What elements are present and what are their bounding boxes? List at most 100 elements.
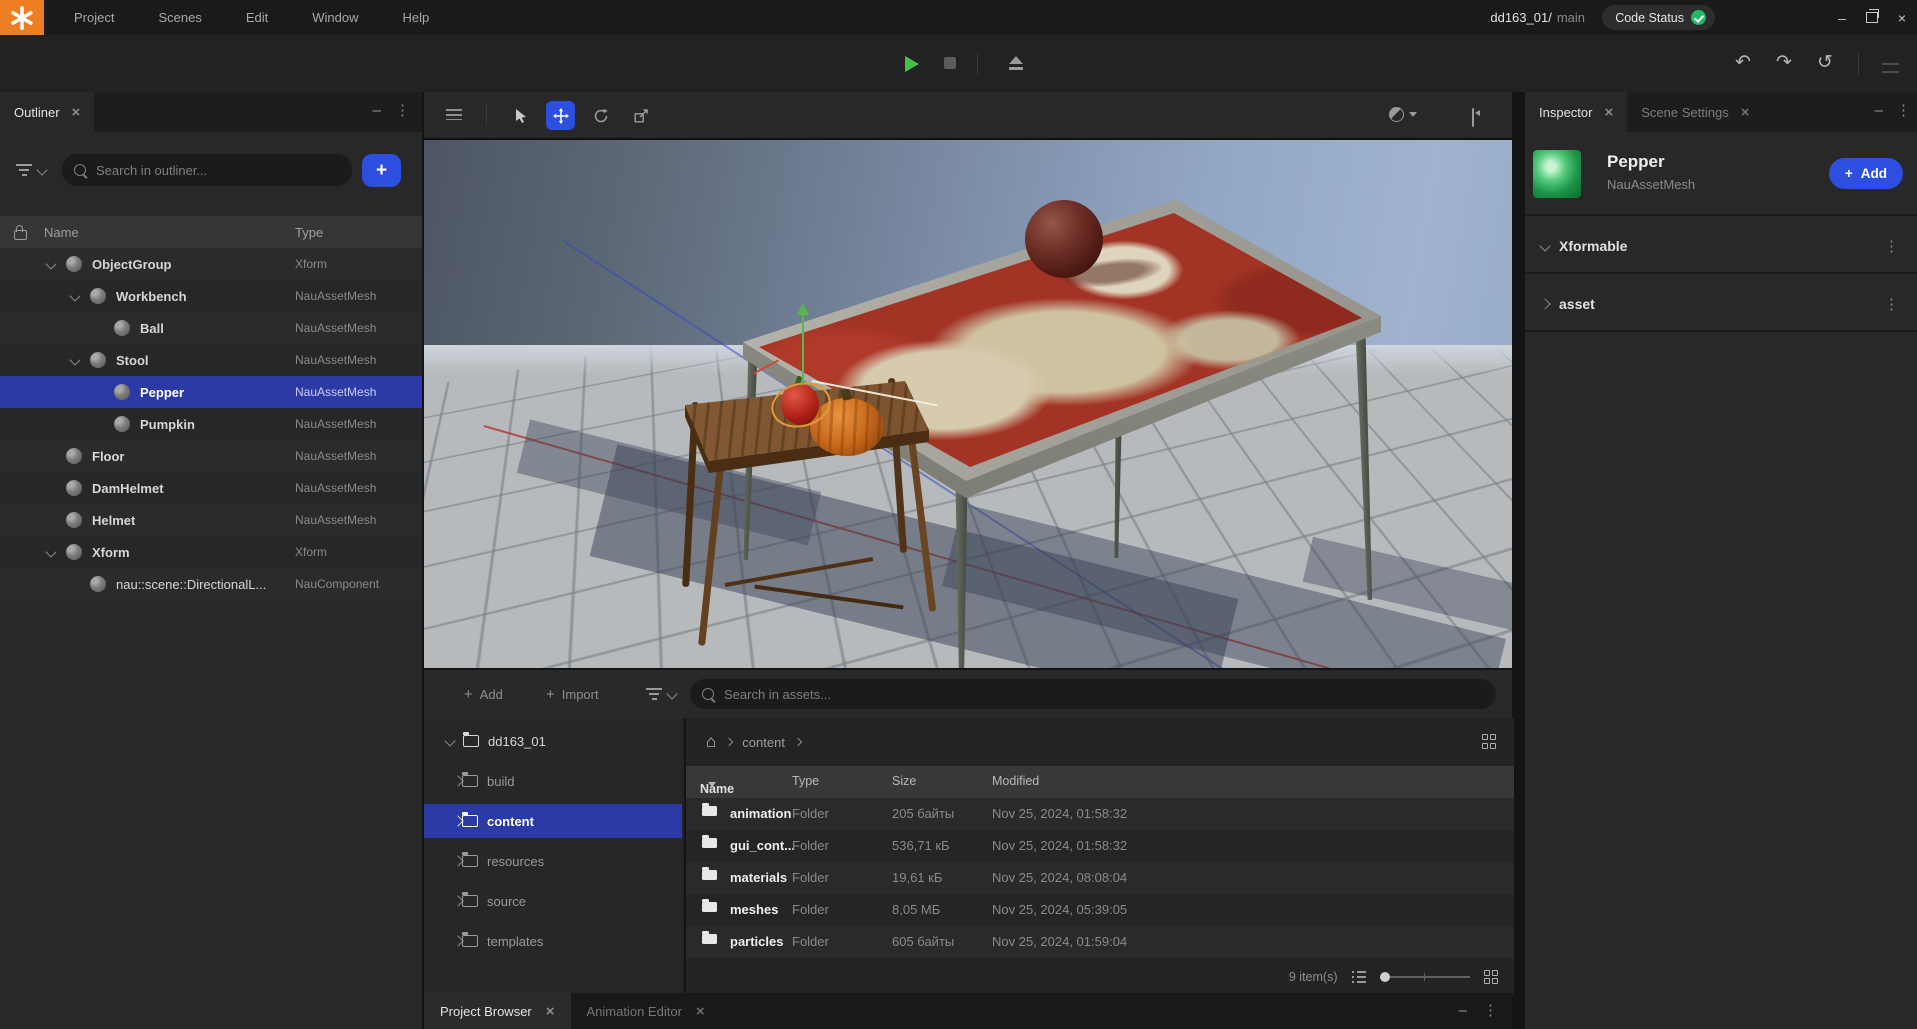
- tree-row-ball[interactable]: Ball NauAssetMesh: [0, 312, 422, 344]
- tree-row-workbench[interactable]: Workbench NauAssetMesh: [0, 280, 422, 312]
- tree-item-root[interactable]: dd163_01: [424, 724, 682, 758]
- view-mode-button[interactable]: [1389, 107, 1417, 122]
- grid-view-icon[interactable]: [1484, 970, 1499, 985]
- table-row-gui-content[interactable]: gui_cont... Folder 536,71 кБ Nov 25, 202…: [686, 830, 1514, 862]
- menu-edit[interactable]: Edit: [246, 10, 268, 25]
- list-view-icon[interactable]: [1352, 971, 1366, 983]
- tab-animation-editor[interactable]: Animation Editor ×: [571, 993, 721, 1029]
- tree-row-pumpkin[interactable]: Pumpkin NauAssetMesh: [0, 408, 422, 440]
- select-tool-button[interactable]: [506, 101, 535, 130]
- section-xformable[interactable]: Xformable ⋮: [1525, 222, 1917, 270]
- chevron-down-icon[interactable]: [45, 258, 56, 269]
- slider-knob[interactable]: [1380, 972, 1390, 982]
- chevron-down-icon[interactable]: [69, 290, 80, 301]
- settings-sliders-icon[interactable]: [1882, 62, 1899, 75]
- stop-button[interactable]: [944, 57, 956, 69]
- history-button[interactable]: ↺: [1812, 50, 1838, 76]
- close-icon[interactable]: ×: [696, 1003, 705, 1020]
- camera-settings-button[interactable]: [1472, 109, 1474, 127]
- move-tool-button[interactable]: [546, 101, 575, 130]
- close-button[interactable]: ×: [1887, 0, 1917, 35]
- menu-bar: Project Scenes Edit Window Help dd163_01…: [0, 0, 1917, 35]
- add-asset-button[interactable]: + Add: [464, 670, 503, 718]
- table-row-particles[interactable]: particles Folder 605 байты Nov 25, 2024,…: [686, 926, 1514, 958]
- redo-button[interactable]: ↷: [1771, 50, 1797, 76]
- outliner-search-input[interactable]: [94, 162, 352, 179]
- breadcrumb-folder[interactable]: content: [742, 735, 785, 750]
- tree-row-damhelmet[interactable]: DamHelmet NauAssetMesh: [0, 472, 422, 504]
- close-icon[interactable]: ×: [1741, 104, 1750, 121]
- tree-item-resources[interactable]: resources: [424, 844, 682, 878]
- gizmo-y-axis[interactable]: [802, 315, 804, 385]
- section-asset[interactable]: asset ⋮: [1525, 280, 1917, 328]
- thumbnail-size-slider[interactable]: [1380, 971, 1470, 983]
- grid-view-toggle[interactable]: [1482, 734, 1497, 749]
- close-icon[interactable]: ×: [546, 1003, 555, 1020]
- table-row-animation[interactable]: animation Folder 205 байты Nov 25, 2024,…: [686, 798, 1514, 830]
- chevron-down-icon[interactable]: [1539, 240, 1550, 251]
- divider: [1525, 272, 1917, 274]
- header-type[interactable]: Type: [792, 774, 819, 788]
- tree-row-directionallight[interactable]: nau::scene::DirectionalL... NauComponent: [0, 568, 422, 600]
- tree-item-content-selected[interactable]: content: [424, 804, 682, 838]
- tab-project-browser[interactable]: Project Browser ×: [424, 993, 571, 1029]
- chevron-down-icon[interactable]: [45, 546, 56, 557]
- close-icon[interactable]: ×: [72, 104, 81, 121]
- add-component-button[interactable]: + Add: [1829, 158, 1903, 189]
- panel-menu-button[interactable]: ⋮: [395, 101, 410, 119]
- tree-row-helmet[interactable]: Helmet NauAssetMesh: [0, 504, 422, 536]
- rotate-tool-button[interactable]: [586, 101, 615, 130]
- tree-item-source[interactable]: source: [424, 884, 682, 918]
- app-logo-icon[interactable]: [0, 0, 44, 35]
- eject-button[interactable]: [1008, 55, 1024, 71]
- panel-minimize-button[interactable]: –: [373, 102, 381, 119]
- restore-button[interactable]: [1857, 0, 1887, 35]
- menu-scenes[interactable]: Scenes: [158, 10, 201, 25]
- menu-window[interactable]: Window: [312, 10, 358, 25]
- add-object-button[interactable]: +: [362, 154, 401, 187]
- header-size[interactable]: Size: [892, 774, 916, 788]
- home-icon[interactable]: ⌂: [706, 732, 716, 752]
- assets-filter-button[interactable]: [646, 688, 676, 700]
- tab-inspector[interactable]: Inspector ×: [1525, 92, 1627, 132]
- outliner-search[interactable]: [62, 154, 352, 186]
- close-icon[interactable]: ×: [1604, 104, 1613, 121]
- panel-menu-button[interactable]: ⋮: [1896, 101, 1911, 119]
- assets-search[interactable]: [690, 679, 1496, 709]
- assets-search-input[interactable]: [722, 686, 1496, 703]
- chevron-right-icon[interactable]: [1539, 298, 1550, 309]
- minimize-button[interactable]: –: [1827, 0, 1857, 35]
- table-row-meshes[interactable]: meshes Folder 8,05 МБ Nov 25, 2024, 05:3…: [686, 894, 1514, 926]
- tree-item-templates[interactable]: templates: [424, 924, 682, 958]
- chevron-down-icon[interactable]: [69, 354, 80, 365]
- tree-row-objectgroup[interactable]: ObjectGroup Xform: [0, 248, 422, 280]
- tab-outliner[interactable]: Outliner ×: [0, 92, 94, 132]
- panel-menu-button[interactable]: ⋮: [1483, 1001, 1498, 1019]
- tree-row-pepper-selected[interactable]: Pepper NauAssetMesh: [0, 376, 422, 408]
- play-button[interactable]: [905, 56, 919, 72]
- import-asset-button[interactable]: + Import: [546, 670, 599, 718]
- tab-scene-settings[interactable]: Scene Settings ×: [1627, 92, 1763, 132]
- ball-3d[interactable]: [1025, 200, 1103, 278]
- viewport-canvas[interactable]: [424, 138, 1512, 670]
- tree-row-floor[interactable]: Floor NauAssetMesh: [0, 440, 422, 472]
- menu-project[interactable]: Project: [74, 10, 114, 25]
- tree-row-xform[interactable]: Xform Xform: [0, 536, 422, 568]
- panel-minimize-button[interactable]: –: [1459, 1002, 1467, 1019]
- outliner-filter-button[interactable]: [16, 164, 46, 176]
- table-row-materials[interactable]: materials Folder 19,61 кБ Nov 25, 2024, …: [686, 862, 1514, 894]
- panel-minimize-button[interactable]: –: [1875, 102, 1883, 119]
- tree-item-build[interactable]: build: [424, 764, 682, 798]
- code-status-badge[interactable]: Code Status: [1602, 5, 1715, 30]
- menu-help[interactable]: Help: [403, 10, 430, 25]
- scale-tool-button[interactable]: [627, 101, 656, 130]
- section-menu-button[interactable]: ⋮: [1884, 237, 1899, 255]
- header-modified[interactable]: Modified: [992, 774, 1039, 788]
- undo-button[interactable]: ↶: [1730, 50, 1756, 76]
- column-type: Type: [295, 225, 323, 240]
- section-menu-button[interactable]: ⋮: [1884, 295, 1899, 313]
- lock-icon[interactable]: [14, 230, 27, 240]
- viewport-menu-icon[interactable]: [446, 109, 462, 120]
- chevron-down-icon[interactable]: [444, 735, 455, 746]
- tree-row-stool[interactable]: Stool NauAssetMesh: [0, 344, 422, 376]
